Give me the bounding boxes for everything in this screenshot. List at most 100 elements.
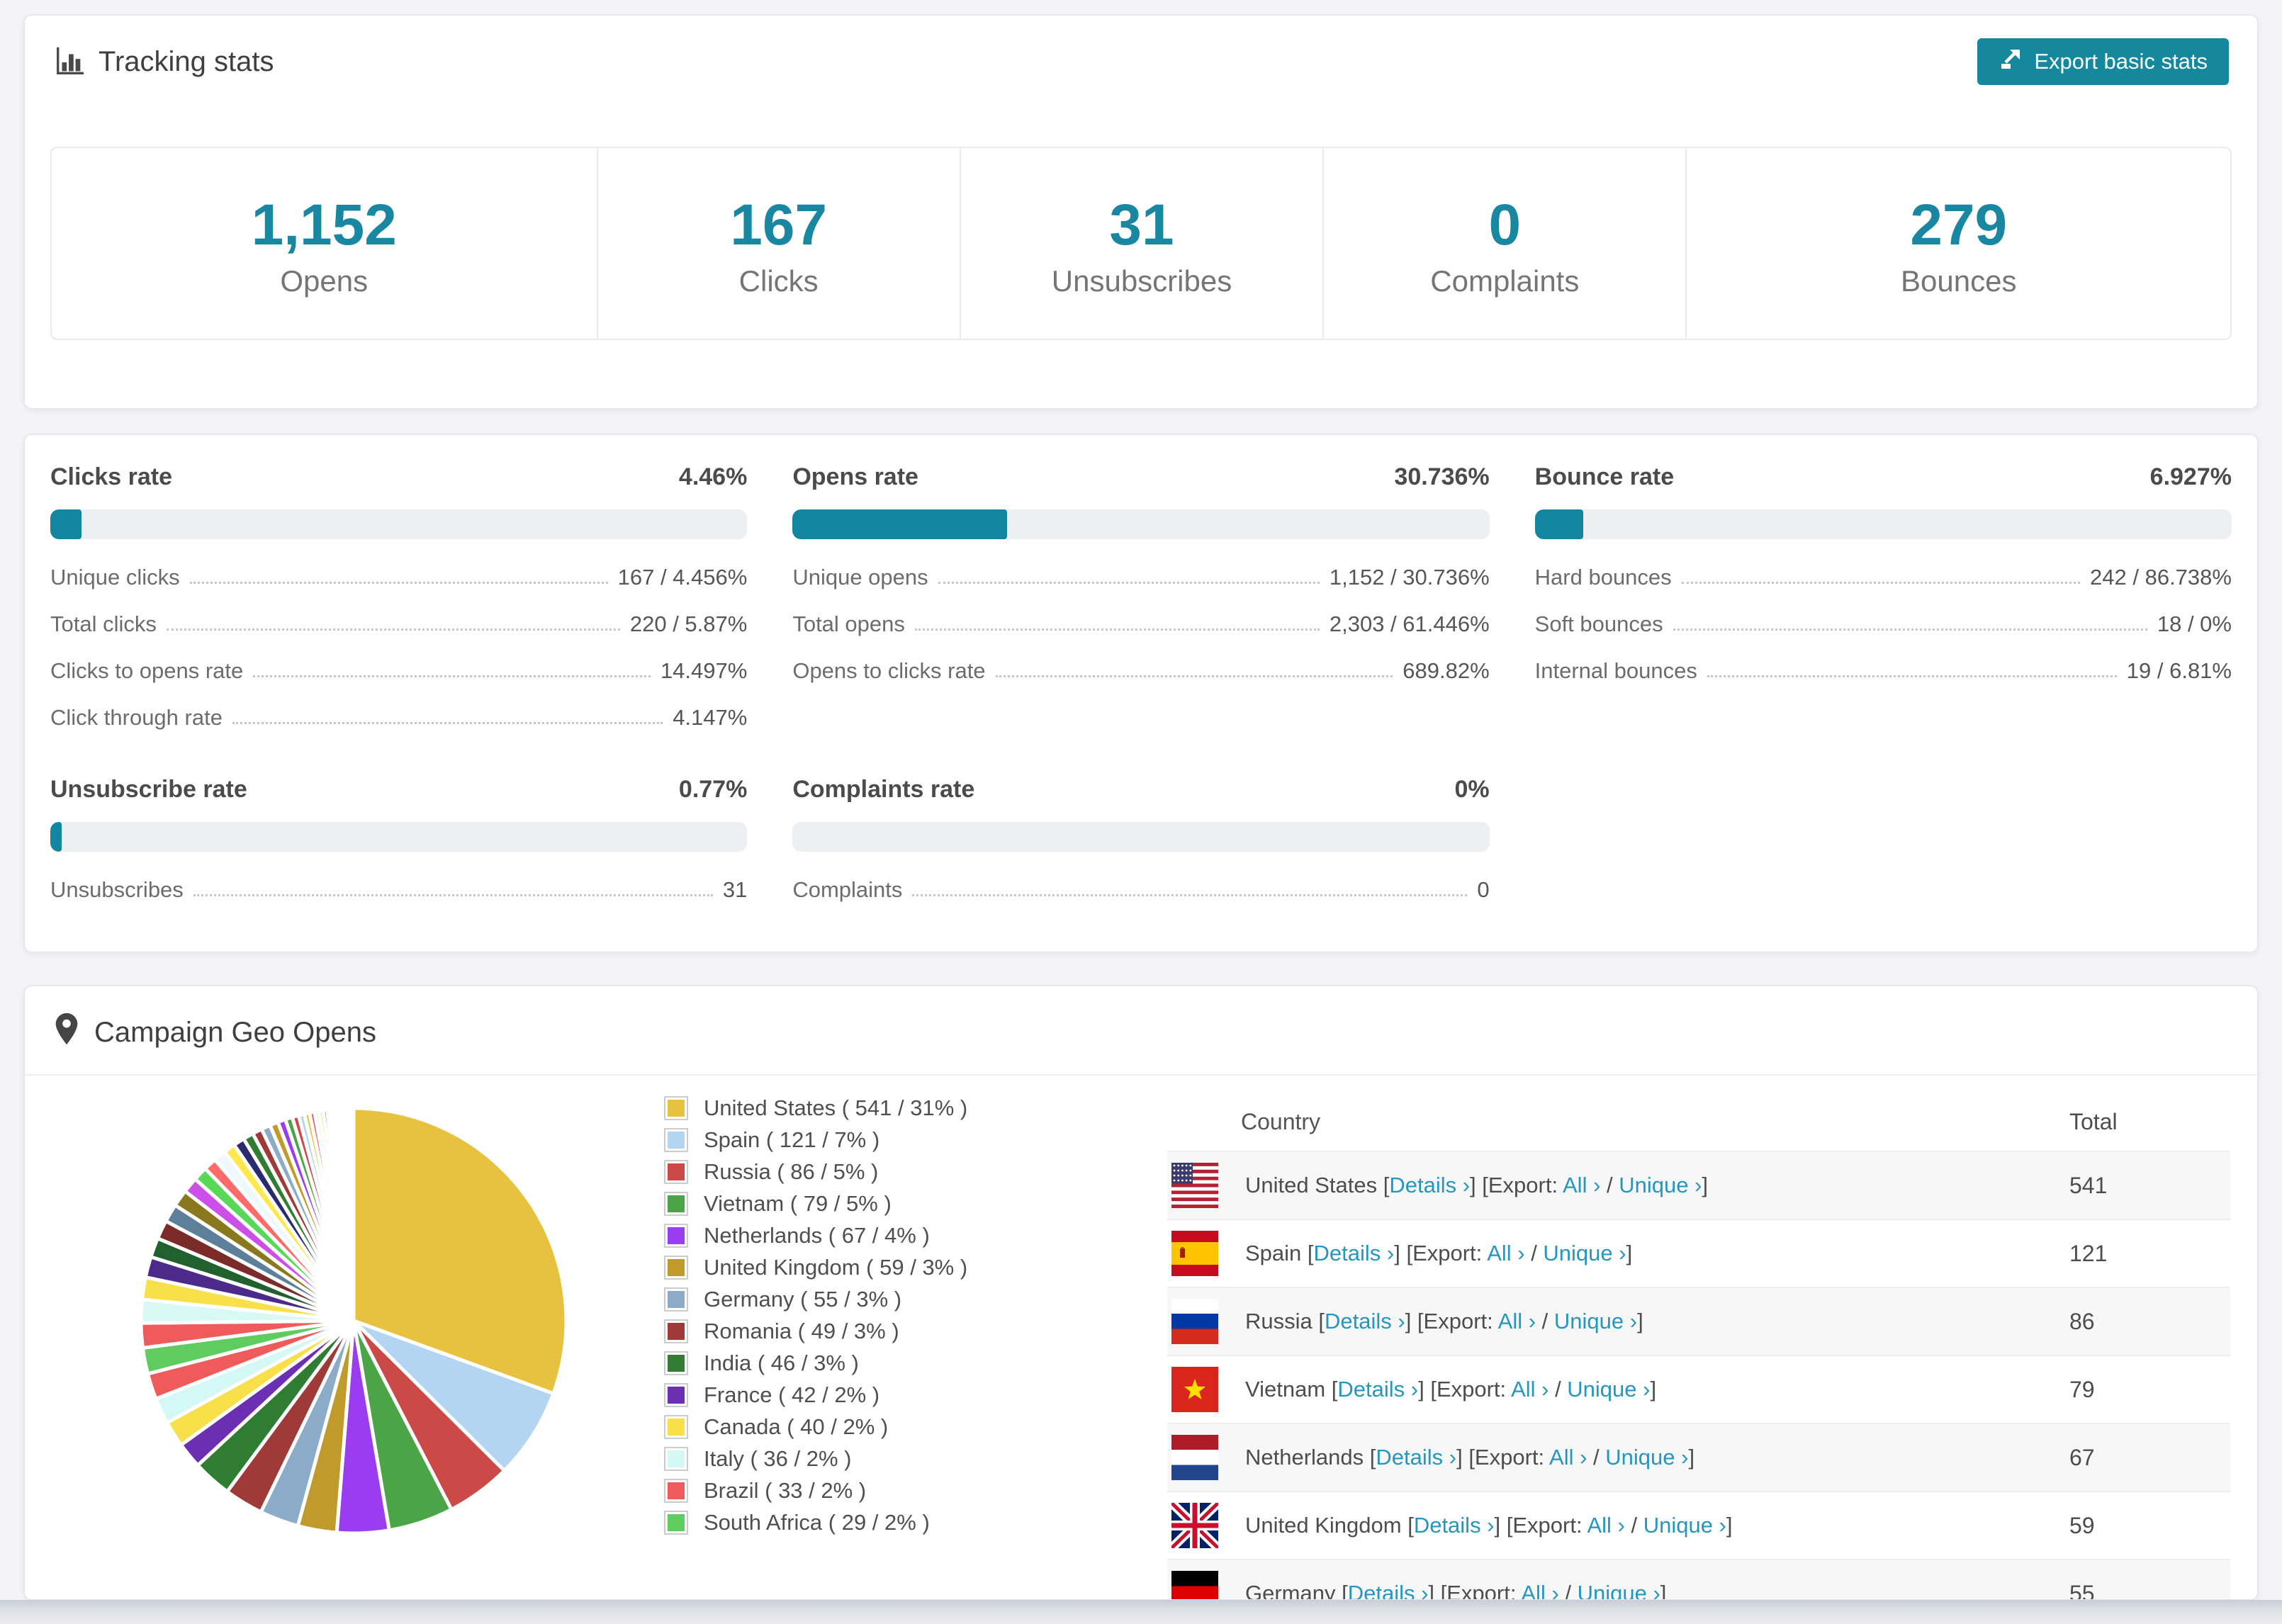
country-details-link[interactable]: Details › — [1376, 1445, 1456, 1470]
stat-cell-opens: 1,152 Opens — [52, 148, 597, 339]
geo-table-row-main: Vietnam [Details ›] [Export: All › / Uni… — [1167, 1367, 2069, 1412]
stat-cell-bounces: 279 Bounces — [1685, 148, 2230, 339]
rate-progress-fill — [1534, 509, 1583, 539]
legend-item: Italy ( 36 / 2% ) — [664, 1446, 967, 1472]
country-export-all-link[interactable]: All › — [1511, 1377, 1548, 1402]
rate-item-label: Hard bounces — [1534, 565, 1672, 590]
rate-items: Unique opens 1,152 / 30.736% Total opens 2,… — [792, 565, 1489, 684]
stats-summary-box: 1,152 Opens 167 Clicks 31 Unsubscribes 0 Compla… — [50, 147, 2232, 340]
rate-panel-unsubscribe-rate: Unsubscribe rate 0.77% Unsubscribes 31 — [50, 776, 748, 924]
country-export-unique-link[interactable]: Unique › — [1578, 1581, 1660, 1599]
legend-label: Spain ( 121 / 7% ) — [704, 1127, 880, 1152]
rate-item: Unique clicks 167 / 4.456% — [50, 565, 747, 590]
country-details-link[interactable]: Details › — [1325, 1309, 1405, 1333]
legend-swatch — [664, 1287, 688, 1312]
geo-country-cell: Netherlands [Details ›] [Export: All › /… — [1245, 1445, 1695, 1470]
country-export-all-link[interactable]: All › — [1563, 1173, 1600, 1197]
legend-label: United Kingdom ( 59 / 3% ) — [704, 1255, 968, 1280]
legend-label: Vietnam ( 79 / 5% ) — [704, 1191, 892, 1216]
country-details-link[interactable]: Details › — [1348, 1581, 1429, 1599]
stat-label: Unsubscribes — [1051, 264, 1232, 298]
map-pin-icon — [53, 1012, 80, 1053]
geo-country-cell: Russia [Details ›] [Export: All › / Uniq… — [1245, 1309, 1643, 1333]
rate-item-label: Click through rate — [50, 705, 223, 730]
rate-panel-head: Opens rate 30.736% — [792, 463, 1489, 491]
legend-label: United States ( 541 / 31% ) — [704, 1095, 968, 1120]
country-details-link[interactable]: Details › — [1314, 1241, 1395, 1265]
rate-item-value: 2,303 / 61.446% — [1329, 611, 1490, 636]
rate-panel-head: Bounce rate 6.927% — [1535, 463, 2232, 491]
ru-flag-icon — [1171, 1299, 1218, 1344]
rate-panel-title: Bounce rate — [1534, 463, 1675, 490]
stat-cell-clicks: 167 Clicks — [596, 148, 960, 339]
tracking-stats-card: Tracking stats Export basic stats 1,152 O… — [23, 14, 2259, 410]
country-name: Vietnam — [1245, 1377, 1326, 1402]
stat-value: 31 — [1109, 193, 1174, 257]
legend-item: United Kingdom ( 59 / 3% ) — [664, 1255, 967, 1280]
country-export-unique-link[interactable]: Unique › — [1554, 1309, 1637, 1333]
legend-item: United States ( 541 / 31% ) — [664, 1095, 967, 1121]
rate-panel-head: Complaints rate 0% — [792, 776, 1489, 803]
dotted-leader — [189, 582, 608, 584]
geo-opens-legend: United States ( 541 / 31% ) Spain ( 121 /… — [664, 1095, 967, 1542]
rate-panel-title: Clicks rate — [50, 463, 172, 490]
country-details-link[interactable]: Details › — [1389, 1173, 1470, 1197]
geo-total-cell: 121 — [2069, 1240, 2108, 1266]
tracking-stats-header: Tracking stats Export basic stats — [25, 16, 2257, 85]
rate-items: Unsubscribes 31 — [50, 877, 747, 903]
rate-item-value: 220 / 5.87% — [629, 611, 748, 636]
country-export-all-link[interactable]: All › — [1549, 1445, 1587, 1470]
legend-swatch — [664, 1319, 688, 1343]
geo-country-cell: Vietnam [Details ›] [Export: All › / Uni… — [1245, 1377, 1657, 1402]
rate-item: Clicks to opens rate 14.497% — [50, 658, 747, 684]
legend-swatch — [664, 1351, 688, 1375]
geo-country-cell: United States [Details ›] [Export: All ›… — [1245, 1173, 1709, 1197]
rate-item-label: Complaints — [792, 877, 903, 902]
country-details-link[interactable]: Details › — [1414, 1513, 1495, 1538]
rate-item-label: Unique clicks — [50, 565, 180, 590]
rate-panel-value: 0% — [1454, 776, 1490, 803]
country-export-all-link[interactable]: All › — [1487, 1241, 1524, 1265]
rate-item: Unsubscribes 31 — [50, 877, 747, 903]
rate-panel-value: 4.46% — [678, 463, 748, 490]
rate-progress-fill — [792, 509, 1007, 539]
country-export-all-link[interactable]: All › — [1498, 1309, 1536, 1333]
legend-swatch — [664, 1160, 688, 1184]
country-export-unique-link[interactable]: Unique › — [1543, 1241, 1626, 1265]
export-basic-stats-button[interactable]: Export basic stats — [1977, 38, 2229, 85]
country-export-unique-link[interactable]: Unique › — [1643, 1513, 1726, 1538]
rate-panel-head: Unsubscribe rate 0.77% — [50, 776, 747, 803]
stat-label: Opens — [280, 264, 369, 298]
nl-flag-icon — [1171, 1435, 1218, 1480]
geo-opens-table: Country Total United States [Details ›] [E… — [1167, 1093, 2230, 1599]
rate-panel-value: 30.736% — [1394, 463, 1490, 490]
gb-flag-icon — [1171, 1503, 1218, 1548]
country-export-unique-link[interactable]: Unique › — [1619, 1173, 1702, 1197]
country-name: Russia — [1245, 1309, 1313, 1333]
legend-swatch — [664, 1415, 688, 1439]
legend-item: South Africa ( 29 / 2% ) — [664, 1510, 967, 1535]
rate-item: Unique opens 1,152 / 30.736% — [792, 565, 1489, 590]
rate-items: Unique clicks 167 / 4.456% Total clicks 220… — [50, 565, 747, 731]
rate-panel-complaints-rate: Complaints rate 0% Complaints 0 — [792, 776, 1490, 924]
dotted-leader — [232, 722, 663, 724]
legend-label: Netherlands ( 67 / 4% ) — [704, 1223, 930, 1248]
rate-item-value: 1,152 / 30.736% — [1329, 565, 1490, 590]
rate-item-label: Clicks to opens rate — [50, 658, 244, 683]
geo-table-row: United States [Details ›] [Export: All ›… — [1167, 1151, 2230, 1219]
stat-label: Bounces — [1901, 264, 2017, 298]
country-export-unique-link[interactable]: Unique › — [1567, 1377, 1650, 1402]
country-export-all-link[interactable]: All › — [1521, 1581, 1558, 1599]
dotted-leader — [166, 628, 620, 631]
country-details-link[interactable]: Details › — [1337, 1377, 1418, 1402]
stat-value: 1,152 — [251, 193, 397, 257]
geo-table-row-main: Netherlands [Details ›] [Export: All › /… — [1167, 1435, 2069, 1480]
rates-card: Clicks rate 4.46% Unique clicks 167 / 4.456… — [23, 434, 2259, 953]
geo-table-row: Spain [Details ›] [Export: All › / Uniqu… — [1167, 1219, 2230, 1287]
geo-total-cell: 79 — [2069, 1376, 2095, 1402]
geo-table-row-main: United Kingdom [Details ›] [Export: All … — [1167, 1503, 2069, 1548]
country-export-all-link[interactable]: All › — [1587, 1513, 1624, 1538]
country-export-unique-link[interactable]: Unique › — [1605, 1445, 1688, 1470]
rate-progress-fill — [50, 822, 62, 852]
geo-table-row-main: Spain [Details ›] [Export: All › / Uniqu… — [1167, 1231, 2069, 1276]
